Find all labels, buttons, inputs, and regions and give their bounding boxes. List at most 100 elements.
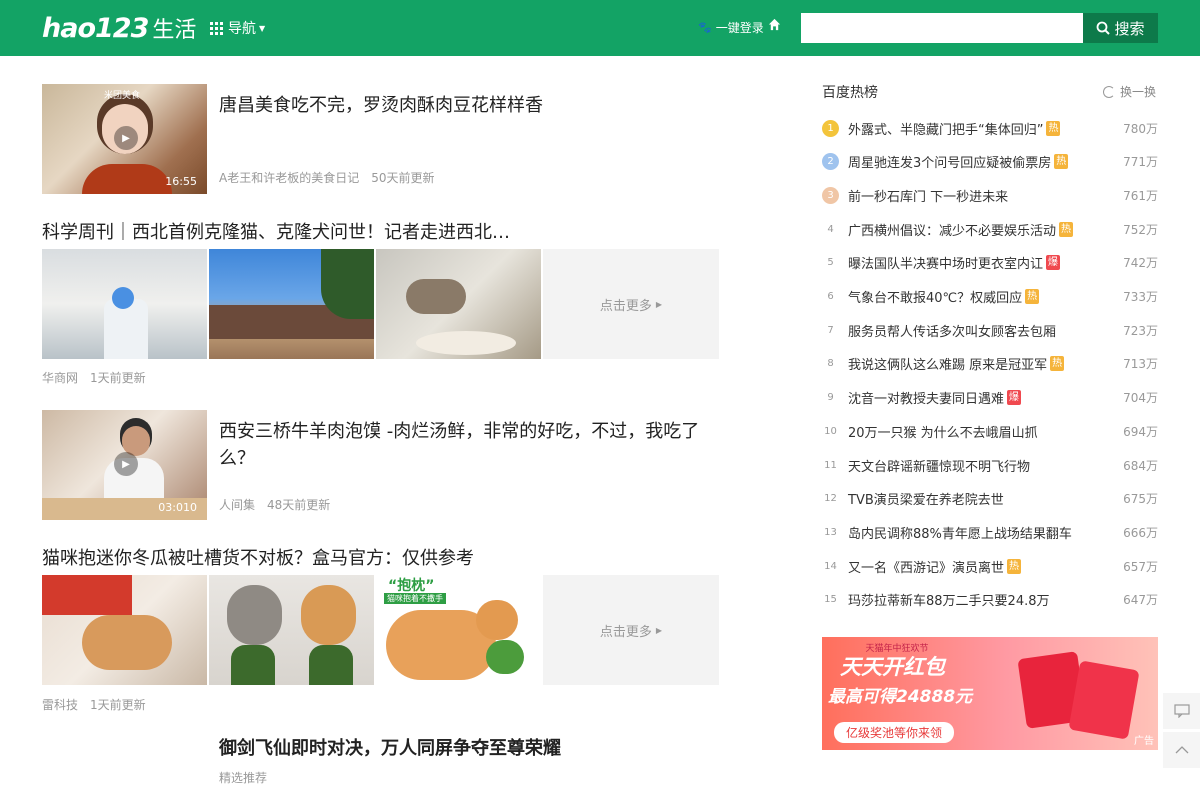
home-icon[interactable] [768,18,781,35]
hot-item-count: 713万 [1123,357,1158,372]
hot-item-count: 675万 [1123,492,1158,507]
feedback-icon[interactable] [1163,693,1200,729]
search-icon [1097,21,1111,35]
logo-subtitle: 生活 [152,18,197,43]
video-duration: 03:010 [158,501,197,514]
hot-list-item[interactable]: 9 沈音一对教授夫妻同日遇难爆 704万 [822,388,1158,408]
feed-title[interactable]: 科学周刊｜西北首例克隆猫、克隆犬问世！记者走进西北… [42,219,722,246]
hot-item-count: 771万 [1123,155,1158,170]
login-link[interactable]: 🐾 一键登录 [698,19,764,36]
feed-title[interactable]: 御剑飞仙即时对决，万人同屏争夺至尊荣耀 [219,735,719,762]
play-icon: ▶ [114,452,138,476]
paw-icon: 🐾 [698,21,712,34]
chevron-down-icon: ▼ [259,23,266,33]
rank-badge: 12 [824,493,837,505]
image-thumbnail[interactable] [376,249,541,359]
feed-time: 50天前更新 [371,171,435,185]
feed-meta: 人间集 48天前更新 [219,496,330,513]
rank-badge: 13 [824,526,837,538]
search-input[interactable] [801,13,1083,43]
hot-item-count: 657万 [1123,559,1158,574]
hot-list-item[interactable]: 8 我说这俩队这么难踢 原来是冠亚军热 713万 [822,354,1158,374]
image-thumbnail[interactable] [209,249,374,359]
hot-tag-badge: 热 [1059,221,1074,237]
image-thumbnail[interactable] [42,575,207,685]
hot-list-item[interactable]: 1 外露式、半隐藏门把手“集体回归” 热 780万 [822,118,1158,138]
refresh-button[interactable]: 换一换 [1103,83,1156,100]
ad-button[interactable]: 亿级奖池等你来领 [834,722,955,743]
hot-tag-badge: 爆 [1007,390,1022,406]
hot-item-text: 曝法国队半决赛中场时更衣室内讧 [848,257,1044,273]
image-thumbnail[interactable] [42,249,207,359]
hot-list-item[interactable]: 10 20万一只猴 为什么不去峨眉山抓 694万 [822,421,1158,441]
hot-item-count: 723万 [1123,323,1158,338]
login-label: 一键登录 [715,21,764,35]
hot-tag-badge: 热 [1007,558,1022,574]
hot-item-text: 又一名《西游记》演员离世 [848,560,1005,576]
hot-list-item[interactable]: 5 曝法国队半决赛中场时更衣室内讧爆 742万 [822,253,1158,273]
feed-title[interactable]: 西安三桥牛羊肉泡馍 -肉烂汤鲜，非常的好吃，不过，我吃了么？ [219,418,719,472]
image-thumbnail[interactable] [209,575,374,685]
hot-item-count: 704万 [1123,391,1158,406]
feed-title[interactable]: 唐昌美食吃不完，罗烫肉酥肉豆花样样香 [219,92,719,119]
search-button-label: 搜索 [1114,19,1145,38]
hot-item-count: 761万 [1123,188,1158,203]
feed-time: 1天前更新 [90,371,146,385]
nav-menu-button[interactable]: 导航 ▼ [210,18,265,38]
rank-badge: 3 [822,186,839,204]
rank-badge: 5 [827,257,834,269]
hot-item-text: 气象台不敢报40℃？权威回应 [848,291,1023,306]
feed-source: A老王和许老板的美食日记 [219,171,360,185]
search-button[interactable]: 搜索 [1083,13,1158,43]
feed-source: 雷科技 [42,698,79,712]
hot-tag-badge: 热 [1050,356,1065,372]
refresh-icon [1103,85,1115,98]
grid-icon [210,21,223,35]
red-envelope-icon [1068,660,1140,740]
video-thumbnail[interactable]: 米团美食 ▶ 16:55 [42,84,207,194]
more-label: 点击更多 [599,298,652,314]
ad-subheadline: 最高可得24888元 [828,687,973,707]
hot-item-count: 666万 [1123,525,1158,540]
feed-meta: 华商网 1天前更新 [42,369,146,386]
hot-list-item[interactable]: 13 岛内民调称88%青年愿上战场结果翻车 666万 [822,522,1158,542]
hot-item-count: 647万 [1123,593,1158,608]
video-thumbnail[interactable]: ▶ 03:010 [42,410,207,520]
play-icon: ▶ [114,126,138,150]
rank-badge: 1 [822,119,839,137]
hot-item-text: 前一秒石库门 下一秒进未来 [848,189,1009,205]
image-thumbnail[interactable]: “抱枕” 猫咪抱着不撒手 [376,575,541,685]
feed-meta: A老王和许老板的美食日记 50天前更新 [219,169,435,186]
rank-badge: 15 [824,594,837,606]
hot-list-item[interactable]: 12 TVB演员梁爱在养老院去世 675万 [822,489,1158,509]
hot-item-count: 752万 [1123,222,1158,237]
hot-list-item[interactable]: 2 周星驰连发3个问号回应疑被偷票房热 771万 [822,152,1158,172]
hot-list-item[interactable]: 14 又一名《西游记》演员离世热 657万 [822,556,1158,576]
ad-banner[interactable]: 天猫年中狂欢节 天天开红包 最高可得24888元 亿级奖池等你来领 广告 [822,637,1158,750]
feed-title[interactable]: 猫咪抱迷你冬瓜被吐槽货不对板？盒马官方：仅供参考 [42,545,722,572]
back-to-top-icon[interactable] [1163,732,1200,768]
hot-list-item[interactable]: 11 天文台辟谣新疆惊现不明飞行物 684万 [822,455,1158,475]
hot-item-text: 服务员帮人传话多次叫女顾客去包厢 [848,324,1057,340]
more-button[interactable]: 点击更多 ▶ [543,575,719,685]
hot-item-text: TVB演员梁爱在养老院去世 [848,493,1004,509]
chevron-right-icon: ▶ [655,299,663,309]
site-logo[interactable]: hao123 生活 [42,12,196,44]
rank-badge: 2 [822,153,839,171]
more-button[interactable]: 点击更多 ▶ [543,249,719,359]
feed-time: 1天前更新 [90,698,146,712]
more-label: 点击更多 [599,624,652,640]
hot-list-item[interactable]: 3 前一秒石库门 下一秒进未来 761万 [822,185,1158,205]
hot-list-item[interactable]: 4 广西横州倡议：减少不必要娱乐活动热 752万 [822,219,1158,239]
hot-list-item[interactable]: 6 气象台不敢报40℃？权威回应热 733万 [822,287,1158,307]
thumb-caption: 米团美食 [104,91,141,101]
hot-list-item[interactable]: 7 服务员帮人传话多次叫女顾客去包厢 723万 [822,320,1158,340]
feed-meta: 精选推荐 [219,769,267,786]
hot-list-item[interactable]: 15 玛莎拉蒂新车88万二手只要24.8万 647万 [822,590,1158,610]
hot-item-text: 我说这俩队这么难踢 原来是冠亚军 [848,358,1048,374]
rank-badge: 4 [827,223,834,235]
hot-item-count: 733万 [1123,290,1158,304]
hot-item-text: 天文台辟谣新疆惊现不明飞行物 [848,459,1031,475]
top-header: hao123 生活 导航 ▼ 🐾 一键登录 搜索 [0,0,1200,56]
feed-time: 48天前更新 [267,498,331,512]
